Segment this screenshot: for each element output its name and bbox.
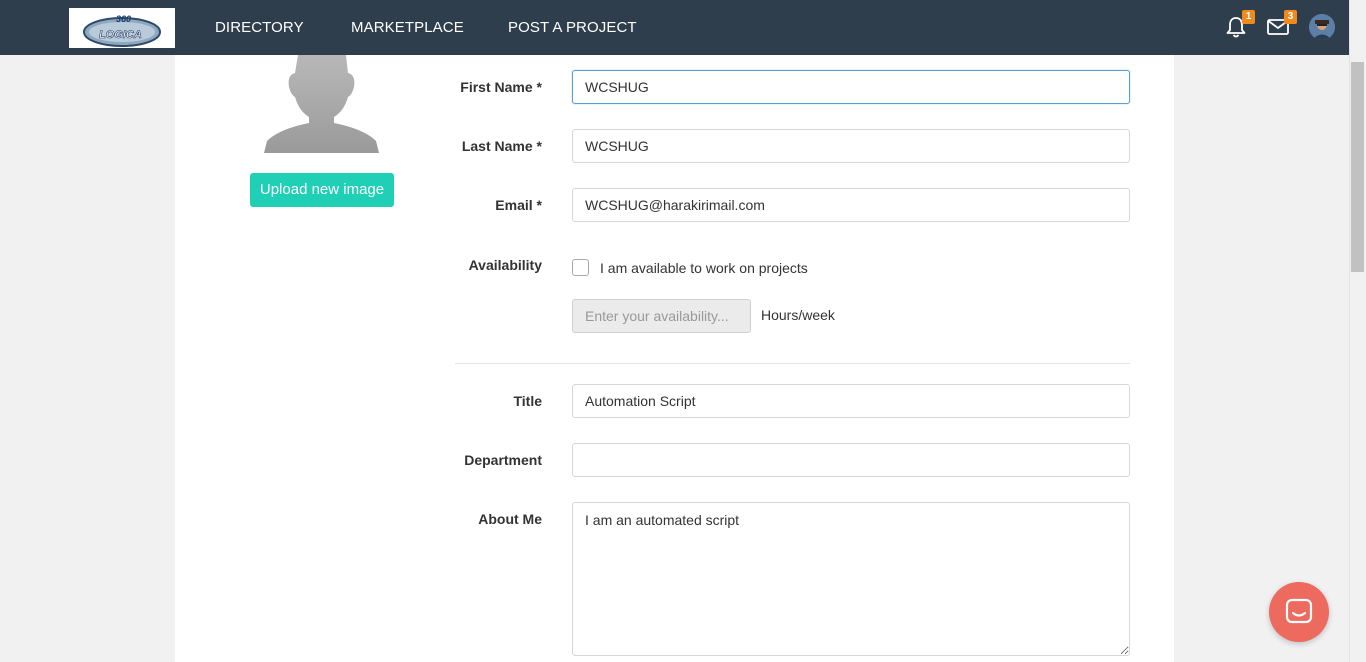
- last-name-label: Last Name *: [461, 138, 542, 154]
- chat-launcher-button[interactable]: [1269, 582, 1329, 642]
- title-input[interactable]: [572, 384, 1130, 418]
- email-input[interactable]: [572, 188, 1130, 222]
- user-avatar[interactable]: [1309, 14, 1335, 40]
- availability-checkbox-label[interactable]: I am available to work on projects: [600, 260, 808, 276]
- chat-icon: [1285, 598, 1313, 624]
- first-name-label: First Name *: [460, 79, 542, 95]
- about-me-label: About Me: [478, 511, 542, 527]
- logo-number: 360: [116, 14, 131, 24]
- title-label: Title: [513, 393, 542, 409]
- logo[interactable]: 360 LOGICA: [69, 8, 175, 48]
- nav-marketplace[interactable]: MARKETPLACE: [351, 19, 464, 36]
- last-name-input[interactable]: [572, 129, 1130, 163]
- nav-directory[interactable]: DIRECTORY: [215, 19, 304, 36]
- availability-hours-input[interactable]: [572, 299, 751, 333]
- notifications-bell-icon[interactable]: 1: [1223, 10, 1255, 40]
- first-name-input[interactable]: [572, 70, 1130, 104]
- availability-checkbox[interactable]: [572, 259, 589, 276]
- page-scrollbar-thumb[interactable]: [1351, 62, 1364, 272]
- notifications-badge: 1: [1242, 10, 1255, 24]
- email-label: Email *: [495, 197, 542, 213]
- nav-post-project[interactable]: POST A PROJECT: [508, 19, 637, 36]
- department-label: Department: [464, 452, 542, 468]
- section-divider: [455, 363, 1130, 364]
- messages-envelope-icon[interactable]: 3: [1265, 10, 1297, 40]
- department-input[interactable]: [572, 443, 1130, 477]
- messages-badge: 3: [1284, 10, 1297, 24]
- logo-text: LOGICA: [99, 29, 142, 41]
- hours-per-week-label: Hours/week: [761, 307, 835, 323]
- top-navbar: 360 LOGICA DIRECTORY MARKETPLACE POST A …: [0, 0, 1349, 55]
- availability-label: Availability: [468, 257, 542, 273]
- about-me-textarea[interactable]: I am an automated script: [572, 502, 1130, 656]
